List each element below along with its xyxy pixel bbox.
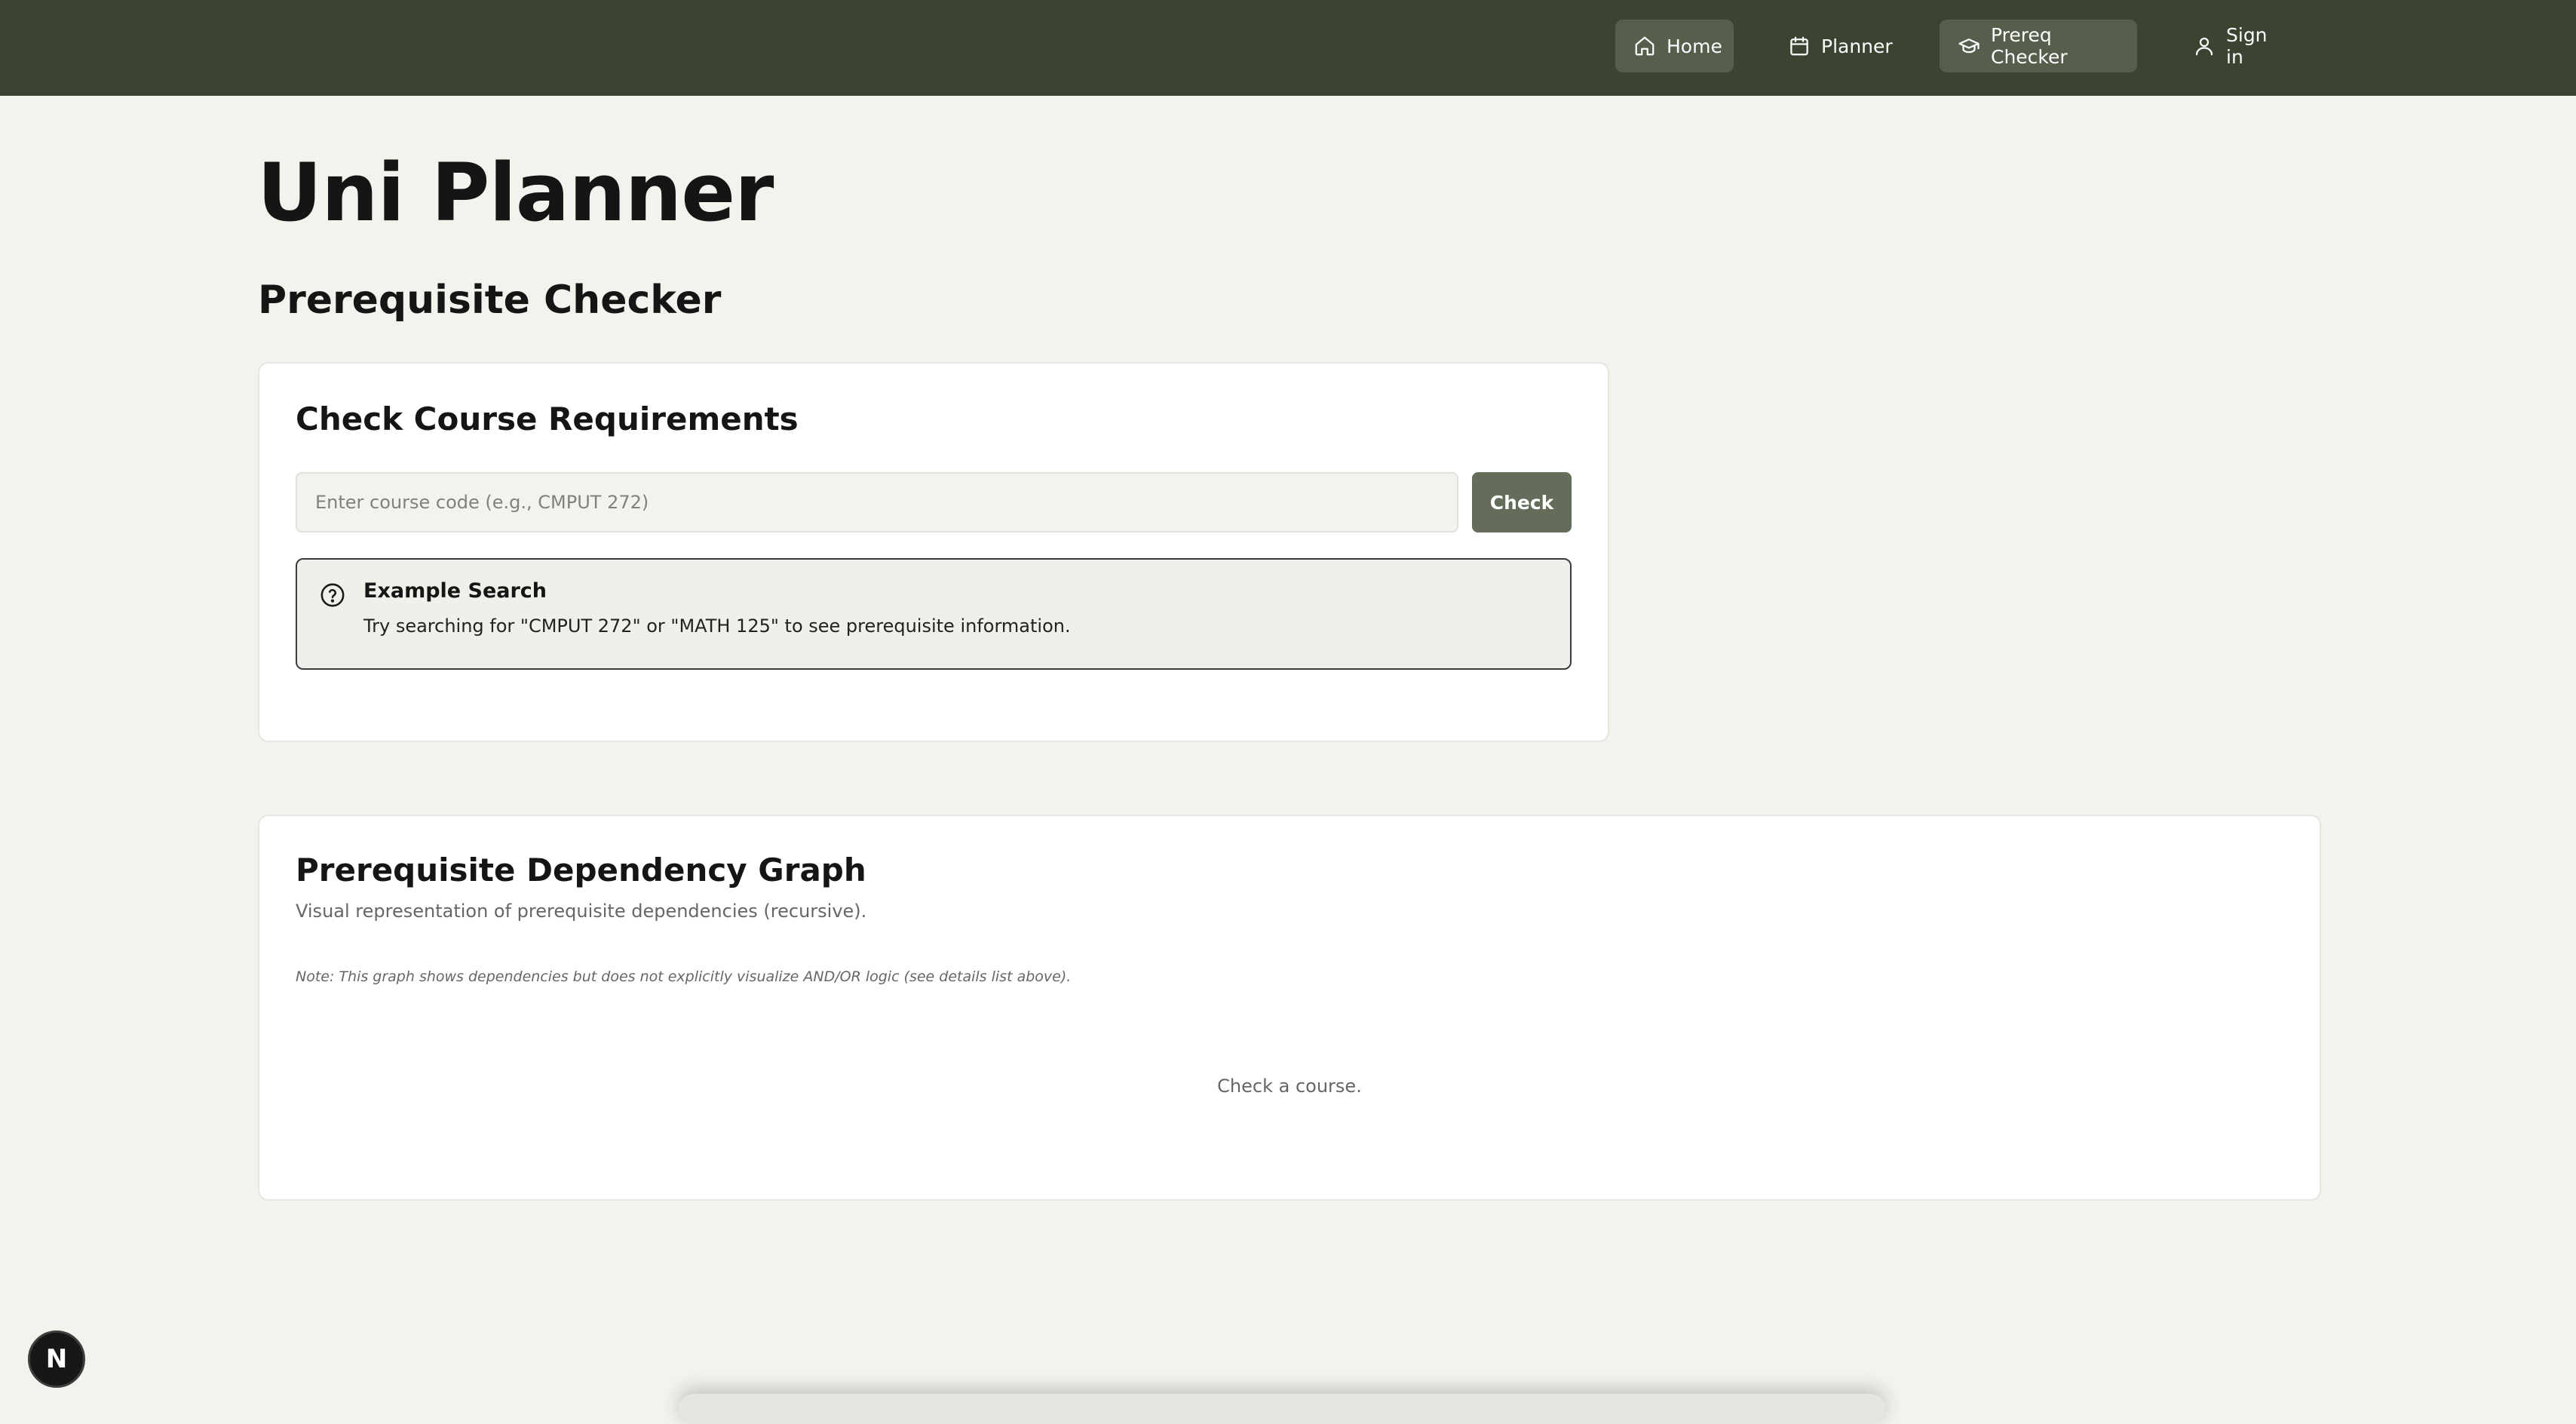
example-search-callout: Example Search Try searching for "CMPUT … [296,558,1572,670]
dependency-graph-card: Prerequisite Dependency Graph Visual rep… [258,815,2321,1201]
graph-empty-state: Check a course. [1217,1076,1362,1097]
home-icon [1635,36,1654,56]
check-course-card: Check Course Requirements Check Example … [258,362,1609,742]
nav-home-link[interactable]: Home [1615,20,1734,72]
calendar-icon [1790,36,1808,56]
example-search-title: Example Search [363,579,547,603]
graph-card-title: Prerequisite Dependency Graph [296,852,866,888]
bottom-toast-shadow [679,1394,1885,1424]
page-title: Prerequisite Checker [258,278,722,323]
nav-home-label: Home [1667,35,1722,57]
help-circle-icon [320,583,345,607]
nav-prereq-checker-link[interactable]: Prereq Checker [1940,20,2137,72]
graph-card-note: Note: This graph shows dependencies but … [296,968,1072,985]
nextjs-dev-badge[interactable]: N [28,1330,85,1388]
nav-planner-label: Planner [1821,35,1893,57]
nav-sign-in-label: Sign in [2226,24,2268,68]
app-title: Uni Planner [257,146,774,239]
top-navbar: Home Planner Prereq Checker Sign in [0,0,2576,96]
graduation-cap-icon [1958,38,1980,54]
user-icon [2195,37,2213,56]
graph-card-subtitle: Visual representation of prerequisite de… [296,901,867,922]
nav-sign-in-link[interactable]: Sign in [2175,20,2295,72]
course-code-input[interactable] [296,472,1458,532]
check-button[interactable]: Check [1472,472,1572,532]
nextjs-icon: N [45,1344,68,1374]
nav-planner-link[interactable]: Planner [1770,20,1901,72]
check-card-title: Check Course Requirements [296,400,799,437]
example-search-text: Try searching for "CMPUT 272" or "MATH 1… [363,615,1071,637]
nav-prereq-checker-label: Prereq Checker [1991,24,2068,68]
